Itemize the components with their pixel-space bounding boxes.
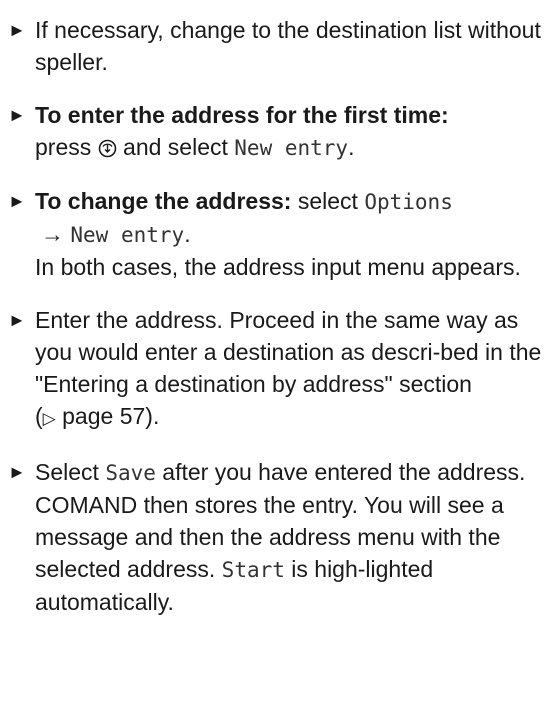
- menu-item-save: Save: [105, 461, 156, 485]
- menu-item-new-entry-2: New entry: [70, 223, 185, 247]
- step-3-note: In both cases, the address input menu ap…: [35, 254, 521, 280]
- step-3: ► To change the address: select Options …: [4, 185, 550, 283]
- step-1-text: If necessary, change to the destination …: [35, 17, 541, 75]
- step-5-text-1: after you have entered the address.: [162, 459, 526, 485]
- step-3-select-text: select: [297, 188, 358, 214]
- step-5: ► Select Save after you have entered the…: [4, 456, 550, 618]
- step-2: ► To enter the address for the first tim…: [4, 99, 550, 164]
- page-ref-link[interactable]: page 57: [62, 403, 145, 429]
- menu-item-start: Start: [221, 558, 285, 582]
- step-1: ► If necessary, change to the destinatio…: [4, 14, 550, 78]
- step-arrow-icon: ►: [8, 20, 26, 40]
- step-arrow-icon: ►: [8, 191, 26, 211]
- menu-item-options: Options: [364, 190, 453, 214]
- step-2-end: .: [348, 134, 355, 160]
- step-arrow-icon: ►: [8, 310, 26, 330]
- menu-arrow-icon: →: [41, 221, 64, 247]
- step-5-select-text: Select: [35, 459, 99, 485]
- step-3-heading: To change the address:: [35, 188, 292, 214]
- step-4: ► Enter the address. Proceed in the same…: [4, 304, 550, 435]
- step-2-heading: To enter the address for the first time:: [35, 102, 449, 128]
- step-2-select-text: and select: [123, 134, 228, 160]
- page-ref-icon: ▷: [42, 409, 56, 428]
- controller-press-icon: [98, 139, 117, 158]
- step-4-end: ).: [145, 403, 160, 429]
- step-2-press-text: press: [35, 134, 92, 160]
- step-arrow-icon: ►: [8, 105, 26, 125]
- menu-item-new-entry: New entry: [234, 136, 349, 160]
- step-arrow-icon: ►: [8, 462, 26, 482]
- manual-page: ► If necessary, change to the destinatio…: [0, 0, 558, 713]
- step-3-end: .: [184, 221, 191, 247]
